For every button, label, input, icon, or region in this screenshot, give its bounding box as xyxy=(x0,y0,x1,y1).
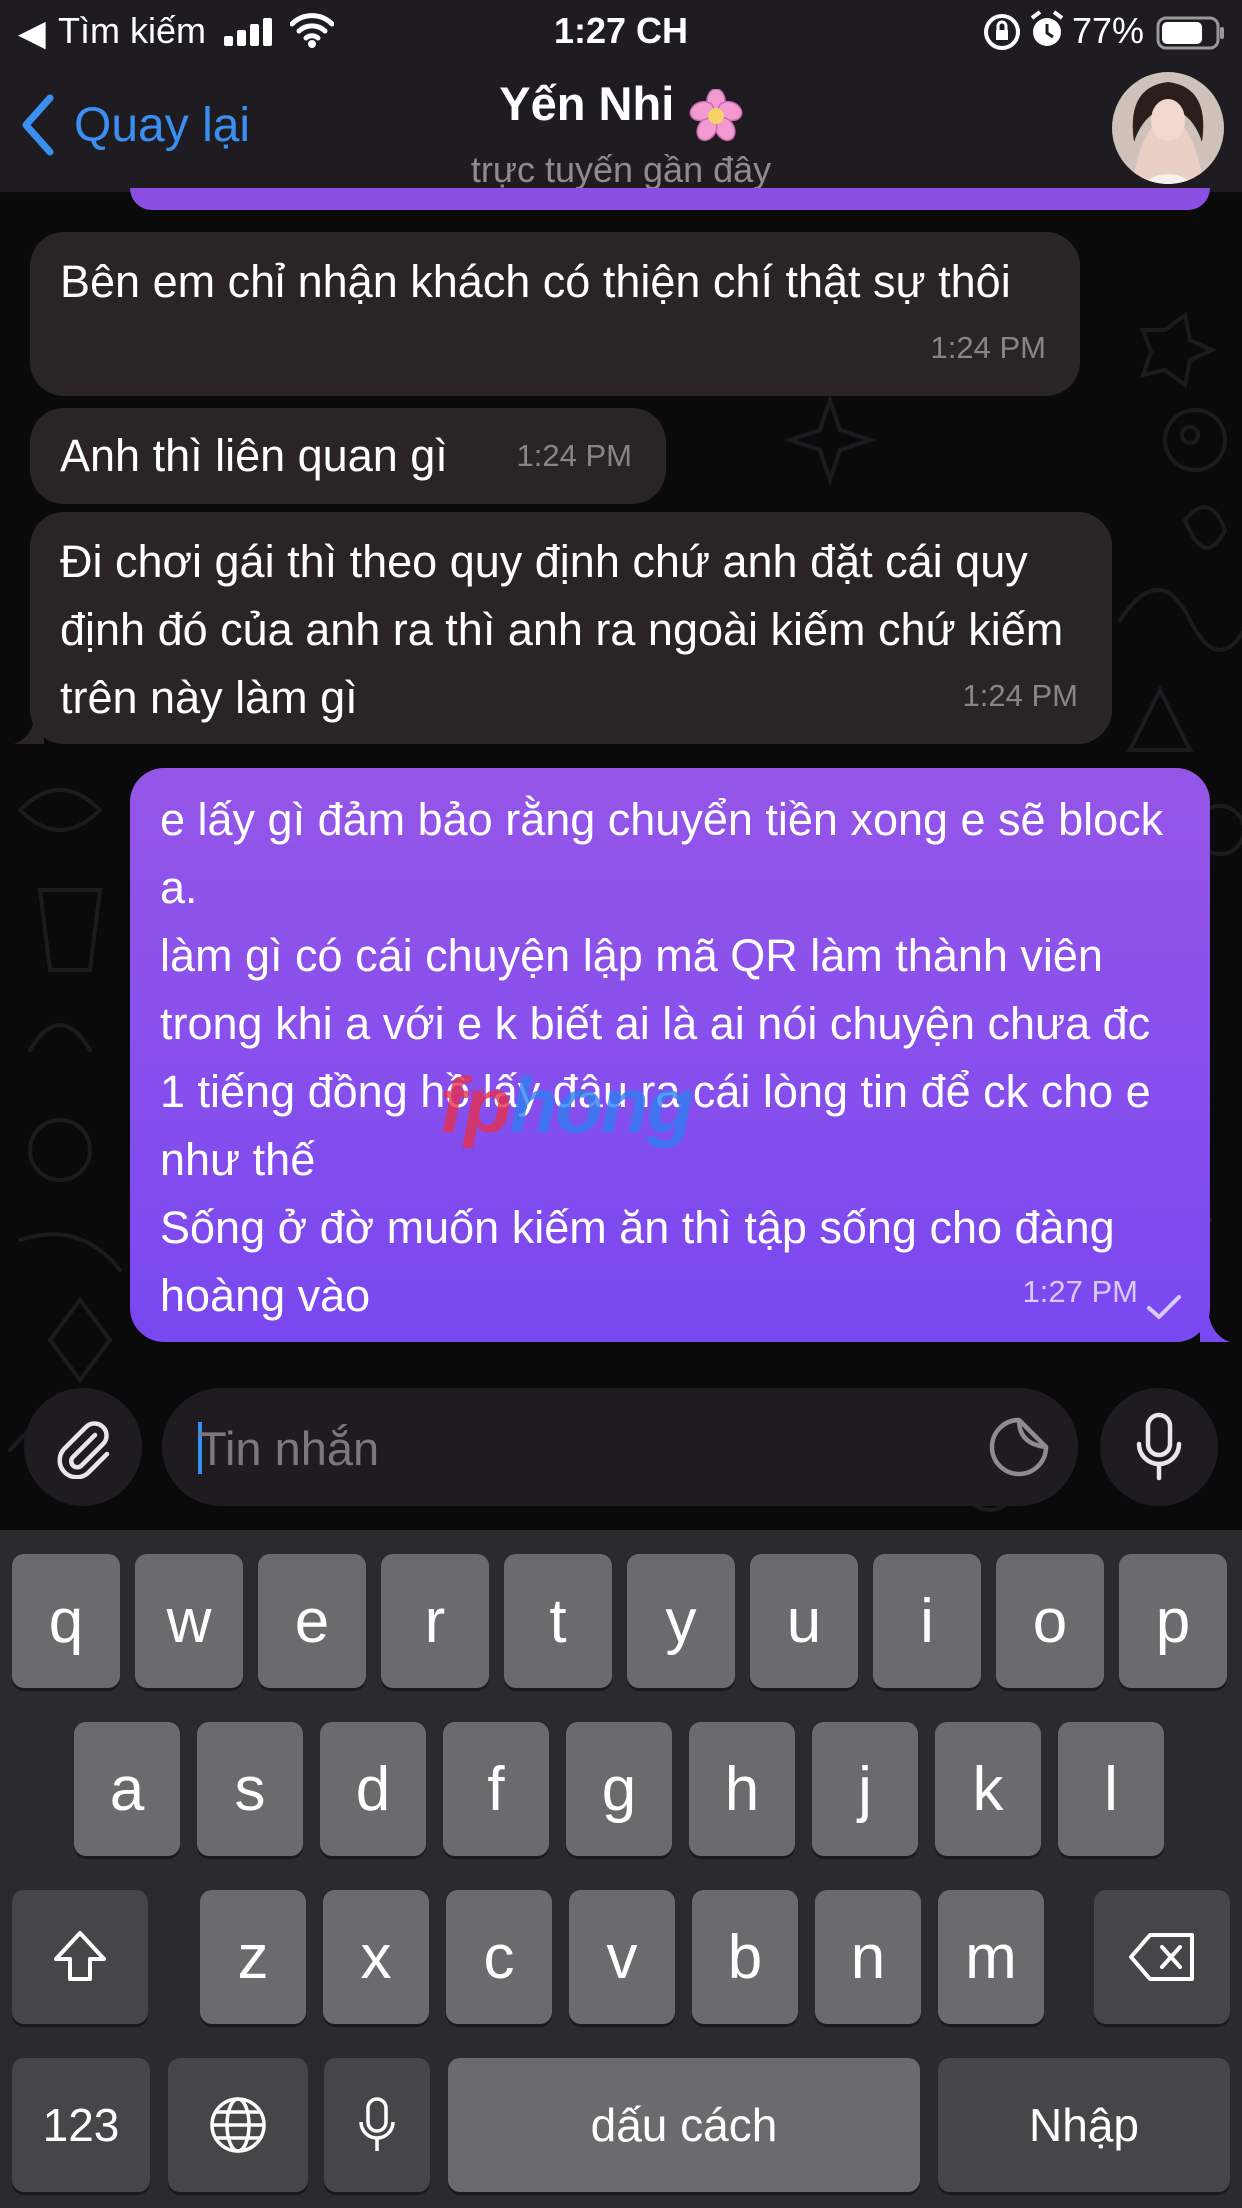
message-time: 1:24 PM xyxy=(516,438,632,473)
key-y[interactable]: y xyxy=(627,1554,735,1688)
battery-icon xyxy=(1156,16,1224,50)
key-w[interactable]: w xyxy=(135,1554,243,1688)
message-text: Đi chơi gái thì theo quy định chứ anh đặ… xyxy=(60,536,1076,723)
key-f[interactable]: f xyxy=(443,1722,549,1856)
checkmark-icon xyxy=(1147,1295,1181,1319)
key-o[interactable]: o xyxy=(996,1554,1104,1688)
key-e[interactable]: e xyxy=(258,1554,366,1688)
key-i[interactable]: i xyxy=(873,1554,981,1688)
key-q[interactable]: q xyxy=(12,1554,120,1688)
dictation-mic-icon xyxy=(359,2097,395,2151)
flower-icon xyxy=(689,88,743,141)
avatar-icon[interactable] xyxy=(1112,72,1224,184)
orientation-lock-icon xyxy=(984,14,1020,50)
contact-status: trực tuyến gần đây xyxy=(470,148,772,190)
incoming-message[interactable]: Anh thì liên quan gì 1:24 PM xyxy=(30,408,666,504)
key-k[interactable]: k xyxy=(935,1722,1041,1856)
microphone-icon xyxy=(1136,1412,1182,1481)
space-key[interactable]: dấu cách xyxy=(448,2058,920,2192)
paperclip-icon xyxy=(57,1421,110,1479)
attach-button[interactable] xyxy=(24,1388,142,1506)
message-text: Bên em chỉ nhận khách có thiện chí thật … xyxy=(60,256,1011,307)
message-composer xyxy=(0,1370,1242,1530)
key-t[interactable]: t xyxy=(504,1554,612,1688)
key-u[interactable]: u xyxy=(750,1554,858,1688)
backspace-key[interactable] xyxy=(1094,1890,1230,2024)
incoming-message[interactable]: Đi chơi gái thì theo quy định chứ anh đặ… xyxy=(30,512,1112,744)
message-time: 1:24 PM xyxy=(962,678,1078,713)
bubble-tail xyxy=(14,714,44,744)
battery-percentage: 77% xyxy=(1072,10,1145,51)
key-v[interactable]: v xyxy=(569,1890,675,2024)
key-x[interactable]: x xyxy=(323,1890,429,2024)
key-p[interactable]: p xyxy=(1119,1554,1227,1688)
shift-icon xyxy=(54,1931,106,1981)
key-z[interactable]: z xyxy=(200,1890,306,2024)
watermark-logo: fphong xyxy=(440,1061,694,1149)
message-input[interactable] xyxy=(196,1388,980,1508)
key-r[interactable]: r xyxy=(381,1554,489,1688)
contact-info[interactable]: Yến Nhi trực tuyến gần đây xyxy=(0,76,1242,191)
dictation-key[interactable] xyxy=(324,2058,430,2192)
chat-header: Quay lại Yến Nhi trực tuyến gần đây xyxy=(0,62,1242,193)
numbers-key[interactable]: 123 xyxy=(12,2058,150,2192)
key-g[interactable]: g xyxy=(566,1722,672,1856)
key-j[interactable]: j xyxy=(812,1722,918,1856)
shift-key[interactable] xyxy=(12,1890,148,2024)
telegram-chat-screen: ◀ Tìm kiếm 1:27 CH 77% Quay lại Yến Nhi … xyxy=(0,0,1242,2208)
key-m[interactable]: m xyxy=(938,1890,1044,2024)
key-l[interactable]: l xyxy=(1058,1722,1164,1856)
voice-message-button[interactable] xyxy=(1100,1388,1218,1506)
alarm-icon xyxy=(1030,10,1064,46)
outgoing-message[interactable]: e lấy gì đảm bảo rằng chuyển tiền xong e… xyxy=(130,768,1210,1342)
message-text: e lấy gì đảm bảo rằng chuyển tiền xong e… xyxy=(160,794,1164,1321)
backspace-icon xyxy=(1129,1933,1194,1981)
globe-icon xyxy=(210,2097,266,2153)
key-b[interactable]: b xyxy=(692,1890,798,2024)
status-bar: ◀ Tìm kiếm 1:27 CH 77% xyxy=(0,0,1242,62)
return-key[interactable]: Nhập xyxy=(938,2058,1230,2192)
message-input-field[interactable] xyxy=(162,1388,1078,1508)
key-d[interactable]: d xyxy=(320,1722,426,1856)
globe-key[interactable] xyxy=(168,2058,308,2192)
key-a[interactable]: a xyxy=(74,1722,180,1856)
on-screen-keyboard: 123 dấu cách Nhập qwertyuiop asdfghjkl zxc… xyxy=(0,1530,1242,2208)
key-c[interactable]: c xyxy=(446,1890,552,2024)
sticker-icon[interactable] xyxy=(988,1416,1050,1478)
previous-message-bubble xyxy=(130,188,1210,210)
incoming-message[interactable]: Bên em chỉ nhận khách có thiện chí thật … xyxy=(30,232,1080,396)
message-time: 1:24 PM xyxy=(930,330,1046,365)
key-h[interactable]: h xyxy=(689,1722,795,1856)
key-n[interactable]: n xyxy=(815,1890,921,2024)
contact-name: Yến Nhi xyxy=(499,77,675,130)
bubble-tail xyxy=(1200,1312,1230,1342)
message-time: 1:27 PM xyxy=(1022,1274,1138,1309)
key-s[interactable]: s xyxy=(197,1722,303,1856)
